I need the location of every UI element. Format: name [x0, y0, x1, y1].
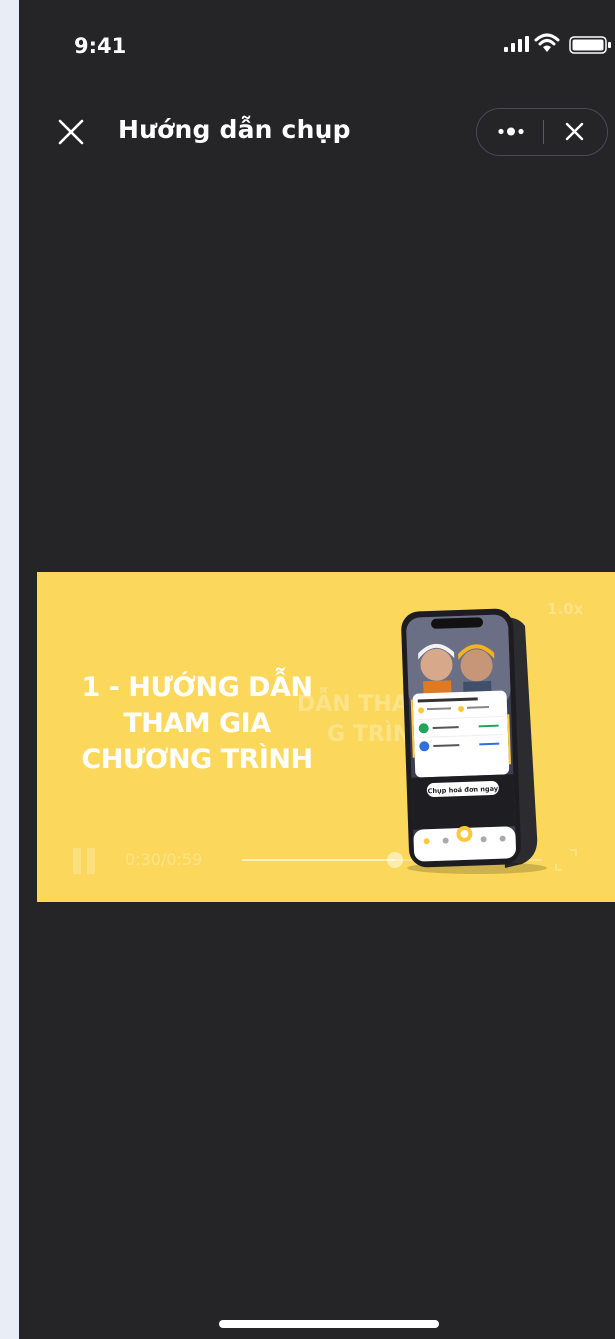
video-time: 0:30/0:59 — [125, 850, 203, 869]
wifi-icon — [534, 33, 560, 52]
phone-mockup-image: Chụp hoá đơn ngay — [401, 608, 547, 874]
video-title: 1 - HƯỚNG DẪN THAM GIA CHƯƠNG TRÌNH — [57, 670, 337, 778]
duration: 0:59 — [166, 850, 203, 869]
status-time: 9:41 — [74, 34, 127, 58]
video-title-line-3: CHƯƠNG TRÌNH — [81, 744, 313, 775]
video-title-line-2: THAM GIA — [123, 708, 271, 739]
video-player[interactable]: DẪN THAM G TRÌN 1.0x 0:30/0:59 1 - HƯỚNG… — [37, 572, 615, 902]
pause-icon[interactable] — [67, 842, 103, 878]
video-progress-fill — [242, 859, 395, 861]
app-screen: 9:41 Hướng dẫn chụp DẪN THAM G TRÌN 1.0x… — [19, 0, 615, 1339]
current-time: 0:30 — [125, 850, 161, 869]
home-indicator — [219, 1320, 439, 1328]
status-bar: 9:41 — [19, 0, 615, 90]
capsule-close-button[interactable] — [544, 109, 607, 154]
mini-program-capsule — [476, 108, 608, 156]
more-dots-icon — [498, 127, 524, 136]
more-button[interactable] — [477, 109, 543, 154]
battery-icon — [569, 36, 611, 54]
page-title: Hướng dẫn chụp — [118, 115, 351, 144]
signal-icon — [504, 36, 529, 52]
close-icon[interactable] — [55, 116, 87, 148]
playback-speed[interactable]: 1.0x — [547, 600, 583, 618]
video-title-line-1: 1 - HƯỚNG DẪN — [81, 672, 313, 703]
close-icon — [565, 122, 584, 141]
navigation-bar: Hướng dẫn chụp — [19, 100, 615, 164]
fullscreen-icon[interactable] — [552, 846, 580, 874]
